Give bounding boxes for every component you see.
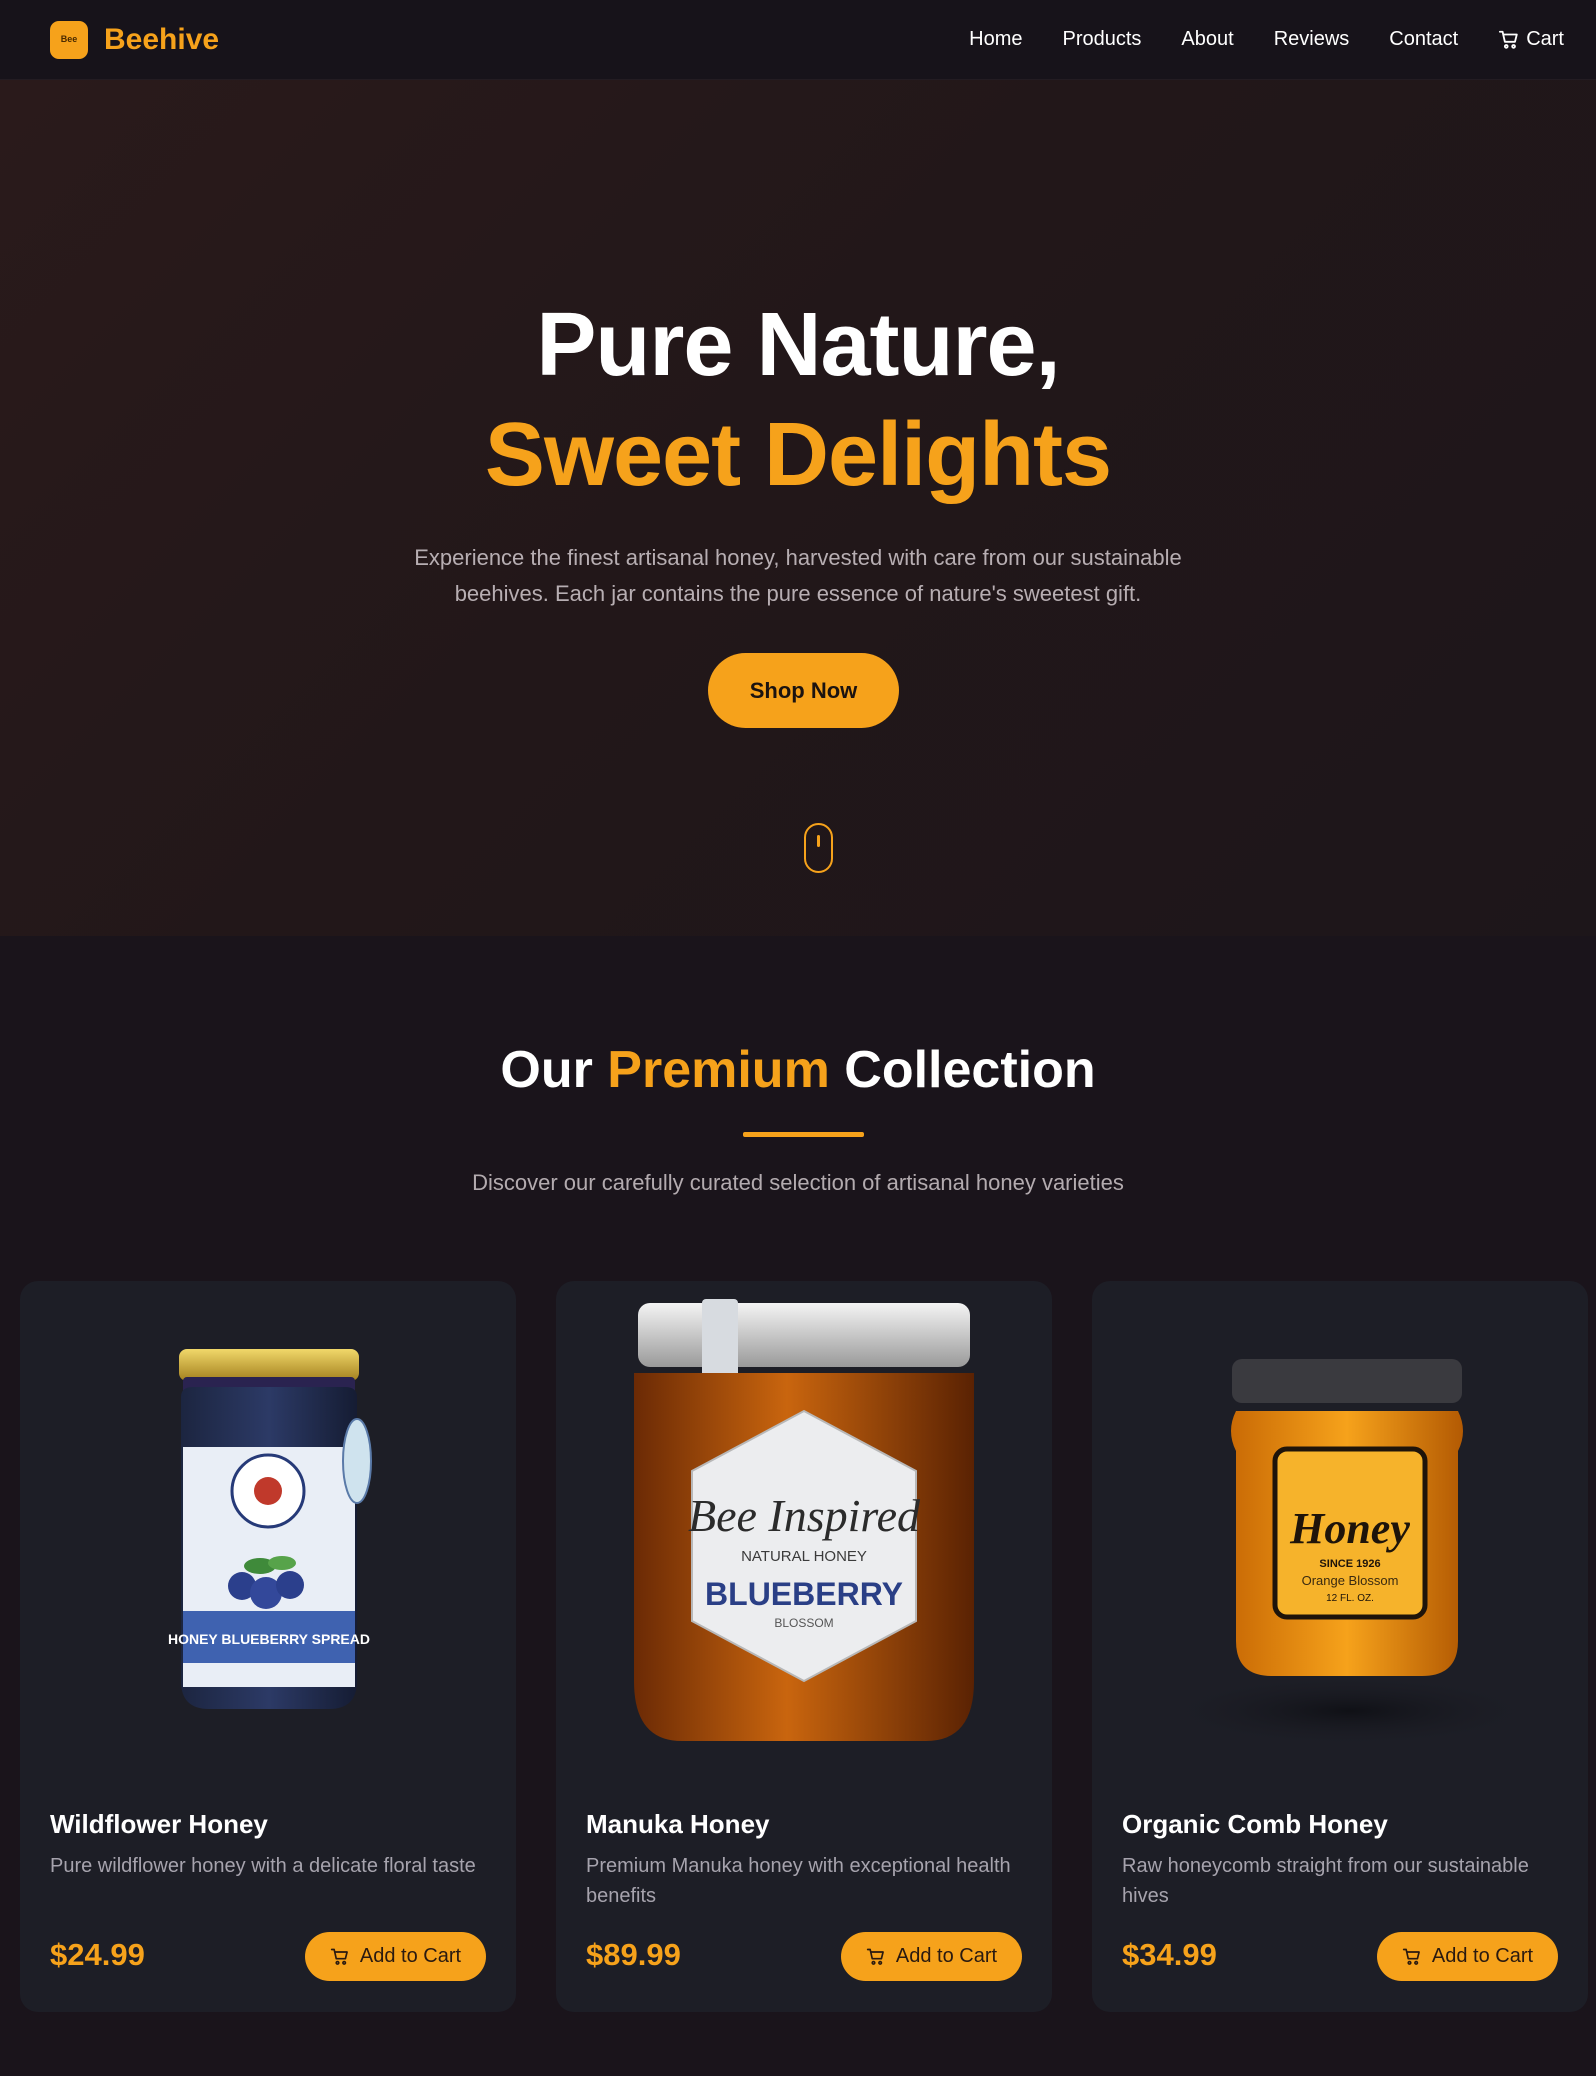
brand[interactable]: Bee Beehive — [50, 20, 220, 59]
product-card-wildflower[interactable]: HONEY BLUEBERRY SPREAD Wildflower Honey … — [20, 1281, 516, 2012]
add-to-cart-button[interactable]: Add to Cart — [305, 1932, 486, 1981]
product-grid: HONEY BLUEBERRY SPREAD Wildflower Honey … — [20, 1281, 1588, 2012]
hero-title-line2: Sweet Delights — [484, 405, 1112, 505]
hero-description: Experience the finest artisanal honey, h… — [414, 545, 1182, 606]
product-card-manuka[interactable]: Bee Inspired NATURAL HONEY BLUEBERRY BLO… — [556, 1281, 1052, 2012]
nav-link-reviews[interactable]: Reviews — [1274, 28, 1350, 51]
hero-title: Pure Nature, Sweet Delights — [0, 290, 1596, 510]
nav-link-label: Products — [1062, 28, 1142, 50]
nav-link-about[interactable]: About — [1181, 28, 1233, 51]
scroll-mouse-icon[interactable] — [804, 823, 833, 873]
logo-icon: Bee — [50, 20, 88, 59]
product-card-comb[interactable]: Honey SINCE 1926 Orange Blossom 12 FL. O… — [1092, 1281, 1588, 2012]
jar-flavor-text: BLUEBERRY — [705, 1576, 903, 1612]
jar-label-text: HONEY BLUEBERRY SPREAD — [168, 1631, 370, 1647]
jar-brand-text: Bee Inspired — [688, 1490, 921, 1541]
collection-title-suffix: Collection — [844, 1041, 1096, 1099]
product-image-blueberry-spread-jar[interactable]: HONEY BLUEBERRY SPREAD — [20, 1281, 516, 1761]
add-to-cart-button[interactable]: Add to Cart — [1377, 1932, 1558, 1981]
logo-text: Bee — [60, 34, 78, 44]
jar-variety-text: BLOSSOM — [774, 1616, 833, 1630]
product-image-bee-inspired-jar[interactable]: Bee Inspired NATURAL HONEY BLUEBERRY BLO… — [556, 1281, 1052, 1761]
product-description: Premium Manuka honey with exceptional he… — [586, 1855, 1011, 1907]
product-name: Organic Comb Honey — [1122, 1809, 1388, 1839]
add-to-cart-button[interactable]: Add to Cart — [841, 1932, 1022, 1981]
product-description: Raw honeycomb straight from our sustaina… — [1122, 1855, 1529, 1907]
shop-now-button[interactable]: Shop Now — [708, 653, 899, 728]
jar-brand-text: Honey — [1289, 1504, 1410, 1553]
product-price: $89.99 — [586, 1937, 681, 1972]
product-description: Pure wildflower honey with a delicate fl… — [50, 1855, 476, 1877]
hero-title-line1: Pure Nature, — [536, 295, 1060, 395]
hero-section: Pure Nature, Sweet Delights Experience t… — [0, 80, 1596, 936]
nav-link-products[interactable]: Products — [1062, 28, 1141, 51]
collection-title: Our Premium Collection — [0, 1040, 1596, 1100]
nav-link-label: About — [1181, 28, 1234, 50]
nav-link-home[interactable]: Home — [969, 28, 1022, 51]
product-image-honey-jar[interactable]: Honey SINCE 1926 Orange Blossom 12 FL. O… — [1092, 1281, 1588, 1761]
navbar: Bee Beehive Home Products About Reviews … — [0, 0, 1596, 80]
cart-icon — [1498, 29, 1520, 51]
nav-link-cart[interactable]: Cart — [1498, 28, 1564, 51]
product-name: Wildflower Honey — [50, 1809, 268, 1839]
brand-name: Beehive — [104, 22, 220, 56]
jar-type-text: NATURAL HONEY — [741, 1548, 867, 1565]
nav-link-label: Contact — [1389, 28, 1459, 50]
main-menu: Home Products About Reviews Contact Cart — [969, 28, 1564, 51]
nav-link-contact[interactable]: Contact — [1389, 28, 1458, 51]
jar-flavor-text: Orange Blossom — [1302, 1573, 1399, 1588]
product-price: $34.99 — [1122, 1937, 1217, 1972]
product-price: $24.99 — [50, 1937, 145, 1972]
jar-since-text: SINCE 1926 — [1319, 1558, 1380, 1570]
nav-link-label: Reviews — [1273, 28, 1350, 50]
cart-icon — [866, 1947, 886, 1967]
collection-subtitle: Discover our carefully curated selection… — [472, 1170, 1124, 1195]
product-name: Manuka Honey — [586, 1809, 770, 1839]
collection-title-prefix: Our — [500, 1041, 593, 1099]
add-to-cart-label: Add to Cart — [359, 1945, 462, 1967]
nav-link-label: Home — [969, 28, 1023, 50]
add-to-cart-label: Add to Cart — [1431, 1945, 1534, 1967]
title-divider — [743, 1132, 864, 1137]
collection-title-accent: Premium — [607, 1041, 830, 1099]
nav-link-label: Cart — [1526, 28, 1564, 50]
jar-volume-text: 12 FL. OZ. — [1326, 1593, 1374, 1604]
cart-icon — [1402, 1947, 1422, 1967]
add-to-cart-label: Add to Cart — [895, 1945, 998, 1967]
cart-icon — [330, 1947, 350, 1967]
